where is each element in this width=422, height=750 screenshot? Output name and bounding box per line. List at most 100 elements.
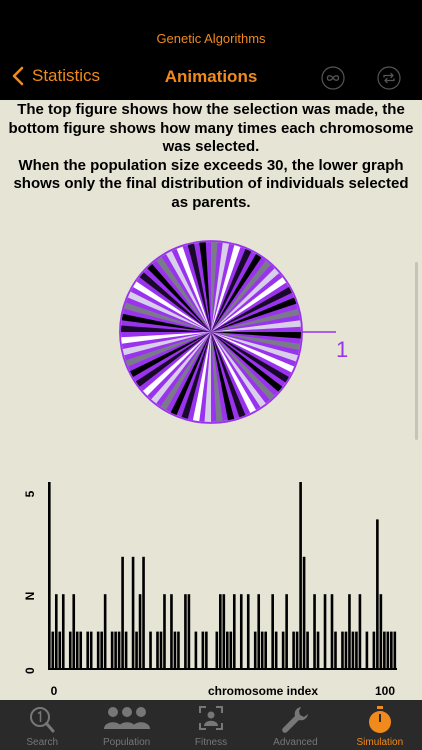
bar: [306, 631, 309, 669]
bar: [383, 631, 386, 669]
top-bar: Genetic Algorithms Statistics Animations: [0, 0, 422, 100]
bar: [253, 631, 257, 669]
bar: [393, 631, 397, 669]
bar: [138, 594, 142, 669]
bar: [271, 594, 274, 669]
bar: [299, 482, 302, 669]
bar: [313, 594, 316, 669]
bar: [159, 631, 163, 669]
bar: [232, 594, 236, 669]
bar: [295, 631, 299, 669]
bar: [48, 482, 51, 669]
bar: [163, 594, 166, 669]
tab-simulation[interactable]: Simulation: [338, 700, 422, 750]
bar: [302, 556, 306, 669]
bar: [114, 631, 117, 669]
bar: [341, 631, 344, 669]
tab-label: Population: [102, 737, 151, 748]
bar: [205, 631, 208, 669]
bar: [222, 594, 226, 669]
tab-advanced[interactable]: Advanced: [253, 700, 337, 750]
x-axis-label: chromosome index: [208, 684, 318, 698]
bar: [117, 631, 121, 669]
stopwatch-icon: [368, 706, 391, 733]
bar: [376, 519, 379, 669]
bar: [110, 631, 114, 669]
bar: [348, 594, 351, 669]
app-title: Genetic Algorithms: [156, 31, 266, 46]
bar: [68, 631, 72, 669]
bar: [89, 631, 93, 669]
search-one-icon: [30, 707, 55, 733]
tab-label: Advanced: [273, 737, 318, 748]
bar: [75, 631, 79, 669]
bar: [323, 594, 327, 669]
bar: [121, 556, 124, 669]
tab-fitness[interactable]: Fitness: [169, 700, 253, 750]
bar: [149, 631, 152, 669]
bar: [215, 631, 219, 669]
bar: [61, 594, 65, 669]
bar: [194, 631, 198, 669]
bar: [264, 631, 267, 669]
tab-search[interactable]: Search: [0, 700, 84, 750]
bar: [142, 556, 145, 669]
bar: [316, 631, 320, 669]
wheel-spokes: [121, 242, 301, 422]
bar: [103, 594, 107, 669]
bar: [184, 594, 187, 669]
bar: [58, 631, 62, 669]
bar: [177, 631, 180, 669]
bar: [131, 556, 135, 669]
bar: [86, 631, 90, 669]
bar: [257, 594, 261, 669]
bar: [292, 631, 295, 669]
bar: [334, 631, 337, 669]
face-scan-icon: [199, 706, 224, 730]
tab-label: Simulation: [356, 737, 404, 748]
bar: [135, 631, 138, 669]
bar: [246, 594, 250, 669]
bar: [344, 631, 348, 669]
bar: [229, 631, 233, 669]
x-tick-label: 100: [375, 684, 395, 698]
x-tick-label: 0: [51, 684, 58, 698]
roulette-wheel: 1: [119, 240, 348, 424]
bar: [285, 594, 288, 669]
bar: [372, 631, 376, 669]
bar: [54, 594, 58, 669]
nav-title: Animations: [164, 67, 258, 86]
bar: [51, 631, 55, 669]
bar: [79, 631, 83, 669]
tab-population[interactable]: Population: [84, 700, 168, 750]
bar: [124, 631, 128, 669]
bar: [365, 631, 369, 669]
description: The top figure shows how the selection w…: [6, 101, 416, 212]
bar: [330, 594, 334, 669]
bar-series: [48, 482, 397, 669]
bar: [187, 594, 191, 669]
description-paragraph: The top figure shows how the selection w…: [8, 101, 414, 155]
bar: [173, 631, 177, 669]
bar: [96, 631, 100, 669]
bar: [355, 631, 358, 669]
repeat-icon[interactable]: [377, 66, 401, 90]
bar: [225, 631, 229, 669]
bar: [260, 631, 264, 669]
bar: [219, 594, 222, 669]
scrollbar[interactable]: [415, 262, 418, 440]
infinity-icon[interactable]: [321, 66, 345, 90]
wrench-icon: [282, 707, 309, 733]
bar: [358, 594, 362, 669]
y-tick-label: 0: [23, 667, 37, 674]
bar: [386, 631, 390, 669]
bar: [72, 594, 76, 669]
bar: [156, 631, 159, 669]
tab-bar: Search Population Fitness Advanced Simul…: [0, 700, 422, 750]
bar: [170, 594, 173, 669]
tab-label: Search: [26, 737, 59, 748]
tab-label: Fitness: [194, 737, 228, 748]
people-icon: [103, 707, 150, 729]
bar: [100, 631, 103, 669]
bar: [239, 594, 243, 669]
